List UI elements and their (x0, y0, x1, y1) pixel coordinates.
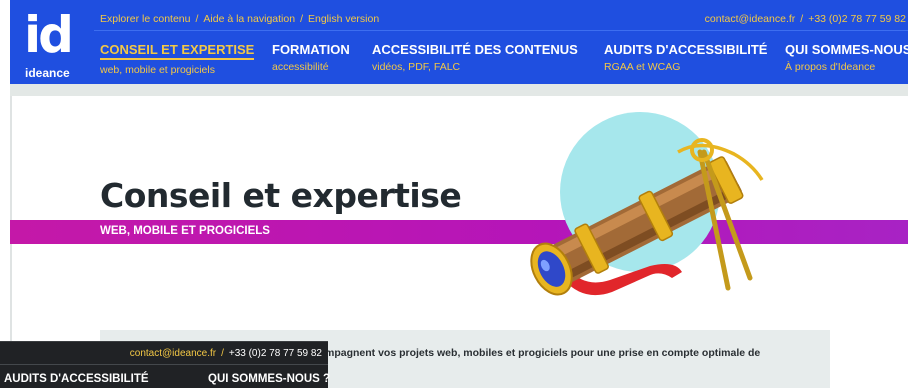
nav-conseil-expertise[interactable]: CONSEIL ET EXPERTISE web, mobile et prog… (100, 42, 255, 76)
navigation-help-link[interactable]: Aide à la navigation (203, 13, 295, 25)
header-divider (94, 30, 908, 31)
nav-sublabel: accessibilité (272, 61, 329, 73)
nav-label: FORMATION (272, 42, 350, 57)
sticky-nav-qui-sommes-nous[interactable]: QUI SOMMES-NOUS ? (208, 373, 330, 385)
english-version-link[interactable]: English version (308, 13, 379, 25)
page-subtitle: WEB, MOBILE ET PROGICIELS (100, 225, 270, 237)
separator: / (800, 13, 804, 25)
intro-text: mpagnent vos projets web, mobiles et pro… (325, 347, 761, 359)
nav-label: ACCESSIBILITÉ DES CONTENUS (372, 42, 578, 57)
separator: / (300, 13, 303, 25)
sticky-email-link[interactable]: contact@ideance.fr (130, 348, 216, 359)
nav-sublabel: web, mobile et progiciels (100, 64, 215, 76)
skip-links: Explorer le contenu / Aide à la navigation… (100, 13, 379, 25)
nav-sublabel: vidéos, PDF, FALC (372, 61, 461, 73)
nav-label: CONSEIL ET EXPERTISE (100, 42, 255, 60)
nav-label: QUI SOMMES-NOUS ? (785, 42, 908, 57)
sticky-header-preview: contact@ideance.fr / +33 (0)2 78 77 59 82 … (0, 341, 330, 388)
nav-qui-sommes-nous[interactable]: QUI SOMMES-NOUS ? À propos d'Ideance (785, 42, 908, 73)
nav-accessibilite-contenus[interactable]: ACCESSIBILITÉ DES CONTENUS vidéos, PDF, … (372, 42, 578, 73)
ideance-logo[interactable]: id ideance (14, 6, 90, 82)
nav-audits-accessibilite[interactable]: AUDITS D'ACCESSIBILITÉ RGAA et WCAG (604, 42, 767, 73)
logo-mark: id (24, 6, 74, 64)
site-header: id ideance Explorer le contenu / Aide à la… (10, 0, 908, 84)
separator: / (221, 348, 224, 359)
contact-info: contact@ideance.fr / +33 (0)2 78 77 59 82 (705, 13, 906, 25)
explore-content-link[interactable]: Explorer le contenu (100, 13, 190, 25)
header-shadow-band (10, 84, 908, 96)
nav-formation[interactable]: FORMATION accessibilité (272, 42, 350, 73)
sticky-contact: contact@ideance.fr / +33 (0)2 78 77 59 82 (130, 348, 322, 359)
sticky-divider (0, 364, 328, 365)
nav-sublabel: À propos d'Ideance (785, 61, 876, 73)
page-title: Conseil et expertise (100, 176, 462, 215)
contact-phone-link[interactable]: +33 (0)2 78 77 59 82 (808, 13, 906, 25)
telescope-scroll-with-compass-icon (530, 112, 764, 296)
separator: / (195, 13, 199, 25)
sticky-nav-audits[interactable]: AUDITS D'ACCESSIBILITÉ (4, 373, 149, 385)
contact-email-link[interactable]: contact@ideance.fr (705, 13, 796, 25)
nav-label: AUDITS D'ACCESSIBILITÉ (604, 42, 768, 57)
nav-sublabel: RGAA et WCAG (604, 61, 681, 73)
logo-name: ideance (25, 66, 70, 80)
sticky-phone[interactable]: +33 (0)2 78 77 59 82 (229, 348, 322, 359)
